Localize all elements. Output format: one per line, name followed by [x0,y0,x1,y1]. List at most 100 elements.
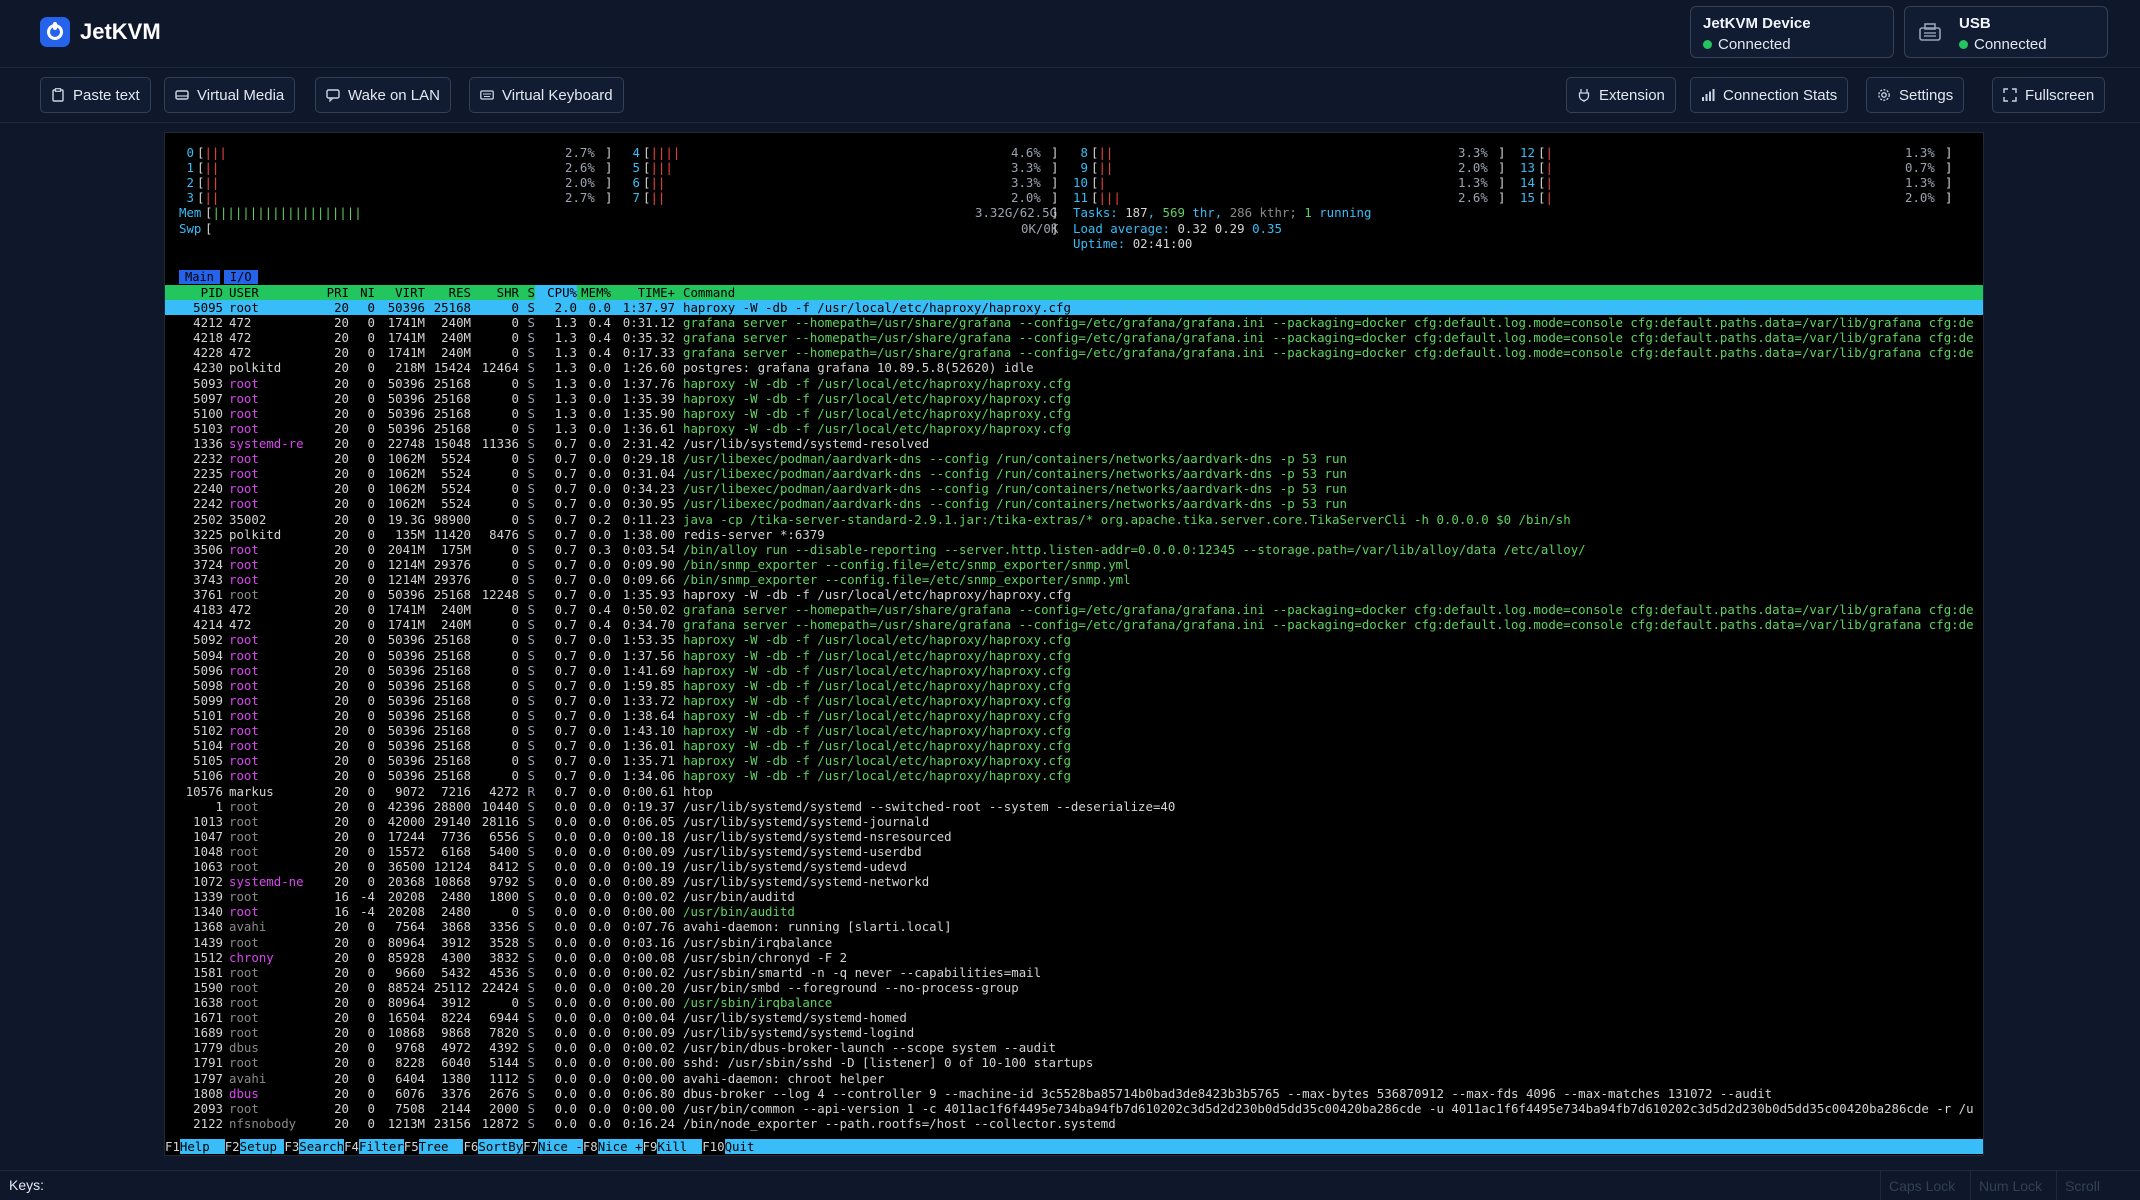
header-cpu[interactable]: CPU% [535,285,577,301]
table-row[interactable]: 4228 472 20 0 1741M 240M 0 S 1.3 0.4 0:17.33 grafan… [165,345,1983,360]
table-row[interactable]: 1808 dbus 20 0 6076 3376 2676 S 0.0 0.0 0:06.80 dbu… [165,1086,1983,1101]
table-row[interactable]: 3724 root 20 0 1214M 29376 0 S 0.7 0.0 0:09.90/bin… [165,557,1983,572]
table-row[interactable]: 1689 root 20 0 10868 9868 7820 S 0.0 0.0 0:00.09/u… [165,1025,1983,1041]
table-row[interactable]: 2240 root 20 0 1062M 5524 0 S 0.7 0.0 0:34.23/usr/… [165,481,1983,496]
header-ni[interactable]: NI [349,285,375,300]
fkey-action-label: Nice + [597,1139,643,1154]
table-row[interactable]: 5106 root 20 0 50396 25168 0 S 0.7 0.0 1:34.06 hapr… [165,768,1983,783]
cell-state: S [527,435,535,451]
fkey-f3[interactable]: F3 [284,1139,300,1155]
fkey-f7[interactable]: F7 [523,1139,539,1155]
table-row[interactable]: 1368 avahi 20 0 7564 3868 3356 S 0.0 0.0 0:07.76 av… [165,919,1983,934]
fkey-f2[interactable]: F2 [224,1139,240,1155]
fkey-f8[interactable]: F8 [582,1139,598,1155]
table-row[interactable]: 1047 root 20 0 17244 7736 6556 S 0.0 0.0 0:00.18/u… [165,829,1983,844]
table-row[interactable]: 3225 polkitd 20 0 135M 11420 8476 S 0.7 0.0 1:38.0… [165,527,1983,542]
table-row[interactable]: 1 root 20 0 42396 28800 10440 S 0.0 0.0 0:19.37/us… [165,799,1983,814]
table-row[interactable]: 5094 root 20 0 50396 25168 0 S 0.7 0.0 1:37.56 hapr… [165,648,1983,663]
table-row[interactable]: 3761 root 20 0 50396 25168 12248 S 0.7 0.0 1:35.93… [165,587,1983,602]
table-row[interactable]: 5101 root 20 0 50396 25168 0 S 0.7 0.0 1:38.64 hapr… [165,707,1983,723]
tab-io[interactable]: I/O [223,270,258,284]
cell-mem: 0.0 [588,632,611,648]
table-row[interactable]: 5102 root 20 0 50396 25168 0 S 0.7 0.0 1:43.10 hapr… [165,723,1983,738]
table-row[interactable]: 10576 markus 20 0 9072 7216 4272 R 0.7 0.0 0:00.61… [165,784,1983,799]
connection-stats-button[interactable]: Connection Stats [1690,77,1849,113]
table-row[interactable]: 2122 nfsnobody 20 0 1213M 23156 12872 S 0.0 0.0 0:… [165,1116,1983,1131]
table-row[interactable]: 2093 root 20 0 7508 2144 2000 S 0.0 0.0 0:00.00/us… [165,1101,1983,1116]
table-row[interactable]: 1439 root 20 0 80964 3912 3528 S 0.0 0.0 0:03.16/u… [165,935,1983,950]
table-row[interactable]: 1581 root 20 0 9660 5432 4536 S 0.0 0.0 0:00.02/us… [165,965,1983,980]
table-row[interactable]: 4183 472 20 0 1741M 240M 0 S 0.7 0.4 0:50.02 grafan… [165,602,1983,617]
table-row[interactable]: 5097 root 20 0 50396 25168 0 S 1.3 0.0 1:35.39 hapr… [165,391,1983,406]
table-row[interactable]: 5092 root 20 0 50396 25168 0 S 0.7 0.0 1:53.35 hapr… [165,632,1983,648]
table-row[interactable]: 5100 root 20 0 50396 25168 0 S 1.3 0.0 1:35.90 hapr… [165,405,1983,421]
cell-mem: 0.0 [588,753,611,769]
cell-virt: 50396 [387,405,425,421]
table-row[interactable]: 3743 root 20 0 1214M 29376 0 S 0.7 0.0 0:09.66/bin… [165,572,1983,587]
wake-on-lan-button[interactable]: Wake on LAN [315,77,451,113]
table-row[interactable]: 5096 root 20 0 50396 25168 0 S 0.7 0.0 1:41.69 hapr… [165,663,1983,678]
table-row[interactable]: 1336 systemd-re 20 0 22748 15048 11336 S 0.7 0.0 2… [165,435,1983,451]
extension-button[interactable]: Extension [1566,77,1676,113]
table-row[interactable]: 1340 root 16 -4 20208 2480 0 S 0.0 0.0 0:00.00/usr… [165,904,1983,919]
table-row[interactable]: 3506 root 20 0 2041M 175M 0 S 0.7 0.3 0:03.54/bin/… [165,542,1983,557]
table-row[interactable]: 2502 35002 20 0 19.3G 98900 0 S 0.7 0.2 0:11.23 jav… [165,512,1983,527]
table-row[interactable]: 1512 chrony 20 0 85928 4300 3832 S 0.0 0.0 0:00.08… [165,950,1983,965]
table-row[interactable]: 5099 root 20 0 50396 25168 0 S 0.7 0.0 1:33.72 hapr… [165,693,1983,708]
header-pri[interactable]: PRI [307,285,349,300]
virtual-media-button[interactable]: Virtual Media [164,77,296,113]
table-row[interactable]: 1590 root 20 0 88524 25112 22424 S 0.0 0.0 0:00.20… [165,979,1983,995]
settings-button[interactable]: Settings [1866,77,1965,113]
table-row[interactable]: 4212 472 20 0 1741M 240M 0 S 1.3 0.4 0:31.12 grafan… [165,315,1983,330]
table-row[interactable]: 1072 systemd-ne 20 0 20368 10868 9792 S 0.0 0.0 0:… [165,874,1983,890]
table-row-selected[interactable]: 5095 root 20 0 50396 25168 0 S 2.0 0.0 1:37.97 hapr… [165,300,1983,316]
table-row[interactable]: 4230 polkitd 20 0 218M 15424 12464 S 1.3 0.0 1:26.… [165,360,1983,375]
header-command[interactable]: Command [675,285,735,300]
header-state[interactable]: S [519,285,535,300]
table-row[interactable]: 5104 root 20 0 50396 25168 0 S 0.7 0.0 1:36.01 hapr… [165,738,1983,753]
fkey-f5[interactable]: F5 [403,1139,419,1155]
header-user[interactable]: USER [223,285,307,300]
cell-time: 1:53.35 [622,632,675,648]
header-time[interactable]: TIME+ [611,285,675,300]
table-row[interactable]: 2232 root 20 0 1062M 5524 0 S 0.7 0.0 0:29.18/usr/… [165,451,1983,466]
header-mem[interactable]: MEM% [577,285,611,300]
table-row[interactable]: 5098 root 20 0 50396 25168 0 S 0.7 0.0 1:59.85 hapr… [165,678,1983,693]
table-row[interactable]: 1779 dbus 20 0 9768 4972 4392 S 0.0 0.0 0:00.02/us… [165,1040,1983,1055]
fkey-f9[interactable]: F9 [642,1139,658,1155]
table-row[interactable]: 1013 root 20 0 42000 29140 28116 S 0.0 0.0 0:06.05… [165,814,1983,829]
header-virt[interactable]: VIRT [375,285,425,300]
table-row[interactable]: 2242 root 20 0 1062M 5524 0 S 0.7 0.0 0:30.95/usr/… [165,496,1983,511]
table-row[interactable]: 1797 avahi 20 0 6404 1380 1112 S 0.0 0.0 0:00.00 av… [165,1071,1983,1086]
fullscreen-button[interactable]: Fullscreen [1992,77,2106,113]
virtual-keyboard-button[interactable]: Virtual Keyboard [469,77,624,113]
header-pid[interactable]: PID [165,285,223,300]
table-row[interactable]: 4218 472 20 0 1741M 240M 0 S 1.3 0.4 0:35.32 grafan… [165,330,1983,345]
table-row[interactable]: 1671 root 20 0 16504 8224 6944 S 0.0 0.0 0:00.04/u… [165,1010,1983,1025]
fkey-action-label: Setup [239,1139,285,1154]
table-row[interactable]: 5105 root 20 0 50396 25168 0 S 0.7 0.0 1:35.71 hapr… [165,753,1983,769]
table-row[interactable]: 1063 root 20 0 36500 12124 8412 S 0.0 0.0 0:00.19 /… [165,859,1983,874]
fkey-f1[interactable]: F1 [165,1139,180,1155]
cell-shr: 0 [511,466,519,482]
fkey-f4[interactable]: F4 [344,1139,359,1155]
tab-main[interactable]: Main [179,270,220,284]
table-row[interactable]: 1791 root 20 0 8228 6040 5144 S 0.0 0.0 0:00.00 ssh… [165,1055,1983,1070]
cell-time: 0:00.89 [622,874,675,890]
table-row[interactable]: 4214 472 20 0 1741M 240M 0 S 0.7 0.4 0:34.70 grafan… [165,617,1983,632]
table-row[interactable]: 1638 root 20 0 80964 3912 0 S 0.0 0.0 0:00.00/usr/… [165,995,1983,1010]
paste-text-button[interactable]: Paste text [40,77,151,113]
header-shr[interactable]: SHR [471,285,519,300]
table-row[interactable]: 2235 root 20 0 1062M 5524 0 S 0.7 0.0 0:31.04/usr/… [165,466,1983,482]
table-row[interactable]: 1339 root 16 -4 20208 2480 1800 S 0.0 0.0 0:00.02 /… [165,889,1983,904]
fkey-f10[interactable]: F10 [702,1139,725,1155]
cell-cpu: 0.0 [554,1025,577,1041]
table-row[interactable]: 5093 root 20 0 50396 25168 0 S 1.3 0.0 1:37.76 hapr… [165,376,1983,391]
table-row[interactable]: 1048 root 20 0 15572 6168 5400 S 0.0 0.0 0:00.09/u… [165,844,1983,859]
header-res[interactable]: RES [425,285,471,300]
fkey-f6[interactable]: F6 [463,1139,479,1155]
cell-pid: 1590 [193,979,223,995]
remote-screen[interactable]: 0 [||| 2.7%] 1 [|| 2.6%] 2 [|| 2.0%] 3 [|| 2.7%]… [164,132,1984,1156]
cell-shr: 0 [511,707,519,723]
table-row[interactable]: 5103 root 20 0 50396 25168 0 S 1.3 0.0 1:36.61 hapr… [165,421,1983,436]
